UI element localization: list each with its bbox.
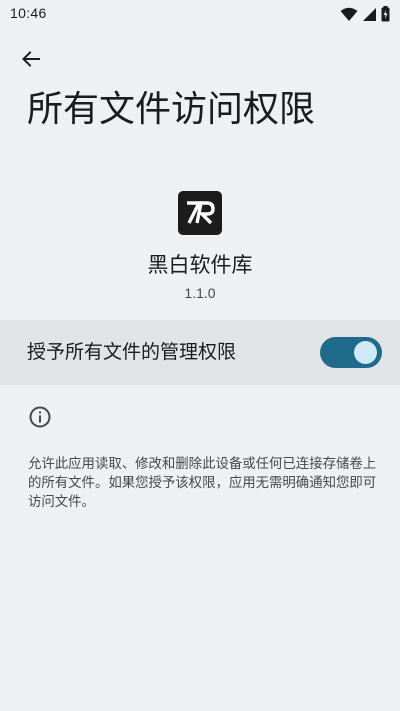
battery-charging-icon [381,6,390,22]
status-time: 10:46 [10,5,47,21]
status-icons [340,5,390,23]
status-bar: 10:46 [0,0,400,28]
all-files-access-switch[interactable] [320,337,382,368]
permission-description: 允许此应用读取、修改和删除此设备或任何已连接存储卷上的所有文件。如果您授予该权限… [28,457,377,510]
arrow-back-icon [22,51,40,67]
toggle-label: 授予所有文件的管理权限 [27,341,237,363]
info-icon [29,406,51,428]
all-files-access-toggle-row[interactable]: 授予所有文件的管理权限 [0,320,400,385]
app-name: 黑白软件库 [147,253,253,277]
app-version: 1.1.0 [184,285,216,301]
switch-thumb [354,341,377,364]
wifi-icon [340,7,358,21]
cell-signal-icon [363,7,376,21]
back-button[interactable] [14,42,48,76]
app-logo-icon [178,191,222,235]
page-title: 所有文件访问权限 [27,89,316,130]
